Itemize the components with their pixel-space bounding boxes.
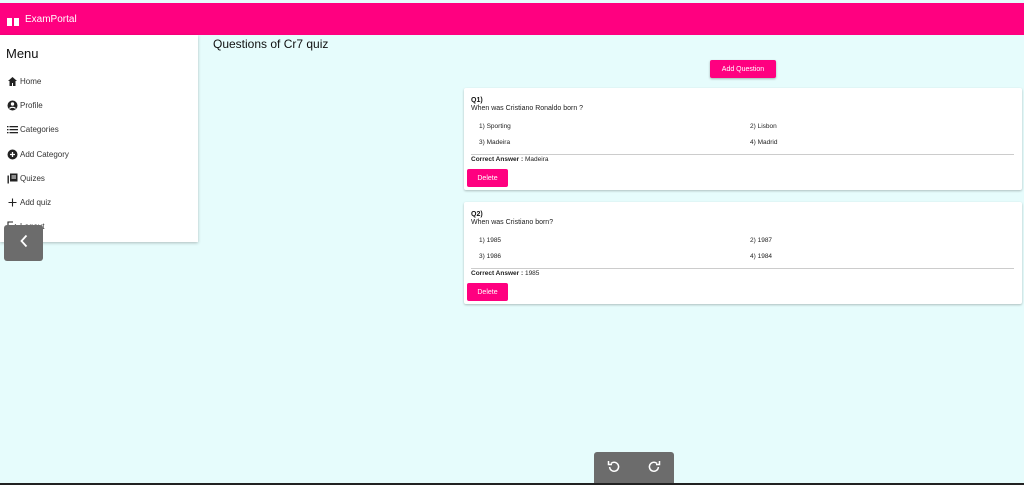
rotate-right-button[interactable]	[634, 452, 674, 485]
plus-icon	[7, 197, 18, 208]
correct-answer-value: 1985	[524, 270, 540, 277]
sidebar-item-add-quiz[interactable]: Add quiz	[7, 197, 51, 208]
sidebar-item-label: Home	[20, 77, 42, 86]
option-1: 1) Sporting	[479, 123, 511, 130]
sidebar-item-label: Categories	[20, 125, 59, 134]
home-icon	[7, 76, 18, 87]
correct-answer: Correct Answer : Madeira	[471, 156, 548, 163]
question-card: Q1) When was Cristiano Ronaldo born ? 1)…	[464, 88, 1022, 190]
option-2: 2) 1987	[750, 237, 773, 244]
rotate-left-icon	[607, 459, 621, 478]
correct-answer-label: Correct Answer :	[471, 156, 524, 163]
sidebar-item-label: Quizes	[20, 174, 45, 183]
book-open-icon	[7, 14, 19, 26]
add-question-button[interactable]: Add Question	[710, 60, 776, 78]
option-4: 4) 1984	[750, 253, 773, 260]
collapse-sidebar-button[interactable]	[4, 225, 43, 261]
sidebar-item-quizes[interactable]: Quizes	[7, 173, 45, 184]
question-number: Q1)	[471, 97, 483, 104]
sidebar-item-categories[interactable]: Categories	[7, 124, 59, 135]
sidebar-item-label: Add quiz	[20, 198, 52, 207]
chevron-left-icon	[19, 234, 29, 253]
library-books-icon	[7, 173, 18, 184]
page-title: Questions of Cr7 quiz	[213, 37, 329, 51]
sidebar-item-label: Add Category	[20, 150, 69, 159]
app-toolbar: ExamPortal	[0, 3, 1024, 35]
rotate-right-icon	[647, 459, 661, 478]
divider	[471, 154, 1014, 155]
account-icon	[7, 100, 18, 111]
add-circle-icon	[7, 149, 18, 160]
delete-button[interactable]: Delete	[467, 169, 508, 187]
option-2: 2) Lisbon	[750, 123, 777, 130]
sidebar-item-label: Profile	[20, 101, 43, 110]
question-number: Q2)	[471, 211, 483, 218]
delete-button[interactable]: Delete	[467, 283, 508, 301]
question-text: When was Cristiano born?	[471, 219, 554, 226]
rotate-left-button[interactable]	[594, 452, 634, 485]
correct-answer-label: Correct Answer :	[471, 270, 524, 277]
question-text: When was Cristiano Ronaldo born ?	[471, 105, 584, 112]
sidebar-item-home[interactable]: Home	[7, 76, 41, 87]
sidebar-item-profile[interactable]: Profile	[7, 100, 43, 111]
option-3: 3) Madeira	[479, 139, 511, 146]
list-icon	[7, 124, 18, 135]
option-4: 4) Madrid	[750, 139, 778, 146]
divider	[471, 268, 1014, 269]
option-3: 3) 1986	[479, 253, 502, 260]
correct-answer: Correct Answer : 1985	[471, 270, 539, 277]
app-brand[interactable]: ExamPortal	[25, 14, 77, 25]
correct-answer-value: Madeira	[524, 156, 549, 163]
question-card: Q2) When was Cristiano born? 1) 1985 2) …	[464, 202, 1022, 304]
option-1: 1) 1985	[479, 237, 502, 244]
sidebar-item-add-category[interactable]: Add Category	[7, 149, 69, 160]
menu-title: Menu	[6, 46, 39, 61]
sidebar: Menu Home Profile Categories Add Categor…	[0, 35, 198, 242]
